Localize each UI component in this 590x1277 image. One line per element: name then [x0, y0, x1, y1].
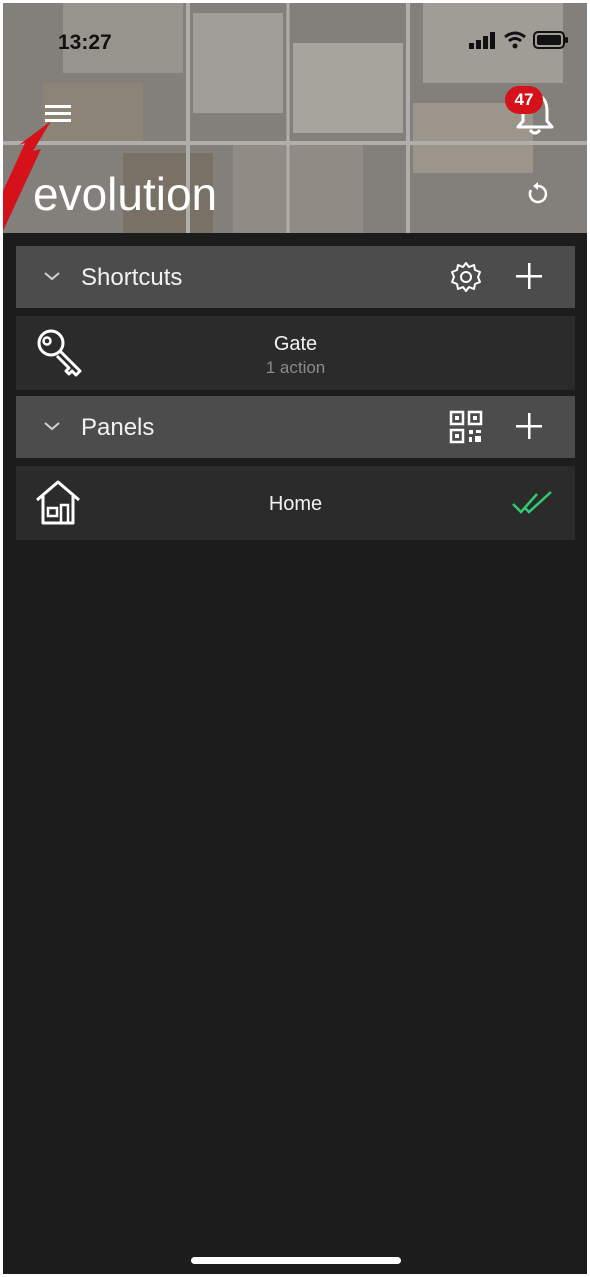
app-title: evolution [33, 168, 218, 220]
gear-icon[interactable] [449, 260, 483, 294]
panels-section-header[interactable]: Panels [16, 396, 575, 458]
shortcut-item-gate[interactable]: Gate 1 action [16, 316, 575, 390]
double-check-icon [512, 491, 552, 514]
header-banner: 13:27 47 evolution [3, 3, 587, 233]
notification-badge: 47 [505, 86, 543, 114]
shortcut-name: Gate [273, 333, 318, 355]
refresh-icon[interactable] [525, 181, 551, 207]
status-time: 13:27 [58, 31, 112, 54]
shortcuts-label: Shortcuts [81, 264, 183, 291]
chevron-down-icon[interactable] [42, 266, 62, 286]
chevron-down-icon[interactable] [42, 416, 62, 436]
app-screen: 13:27 47 evolution Shortcuts Gate 1 acti… [3, 3, 587, 1274]
panels-label: Panels [81, 414, 155, 441]
home-indicator[interactable] [191, 1257, 401, 1264]
hamburger-menu-button[interactable] [41, 99, 75, 129]
qr-code-icon[interactable] [449, 410, 483, 444]
shortcuts-section-header[interactable]: Shortcuts [16, 246, 575, 308]
shortcut-subtitle: 1 action [265, 358, 326, 377]
signal-icon [469, 32, 495, 49]
wifi-icon [504, 31, 526, 49]
add-panel-button[interactable] [513, 410, 545, 442]
battery-icon [533, 31, 568, 49]
add-shortcut-button[interactable] [513, 260, 545, 292]
panel-item-home[interactable]: Home [16, 466, 575, 540]
panel-name: Home [268, 493, 323, 515]
status-icons [469, 31, 569, 49]
